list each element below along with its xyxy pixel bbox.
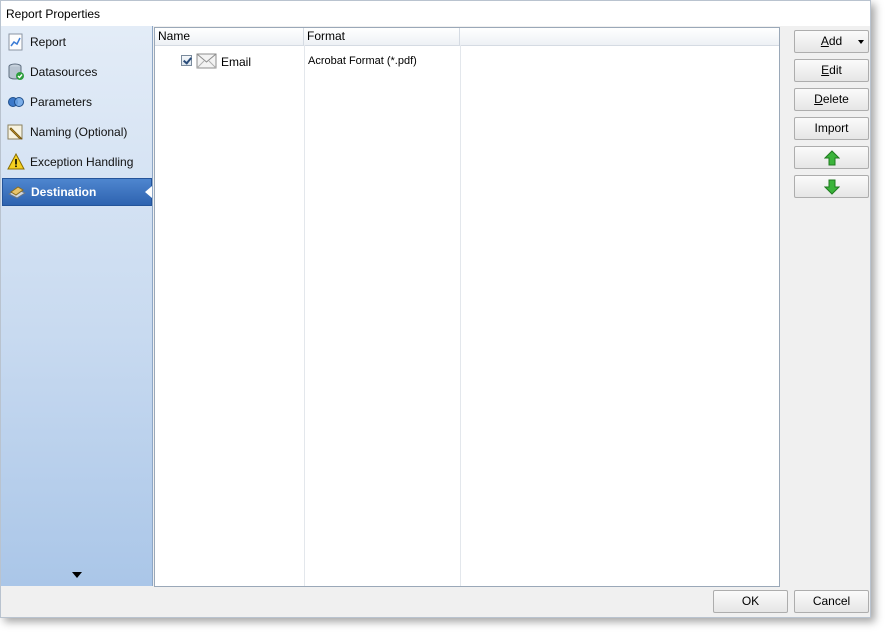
- column-header-format[interactable]: Format: [304, 28, 460, 45]
- edit-button[interactable]: Edit: [794, 59, 869, 82]
- sidebar: Report Datasources Parameters Naming (Op…: [1, 26, 153, 586]
- window-title: Report Properties: [6, 7, 101, 21]
- cancel-button[interactable]: Cancel: [794, 590, 869, 613]
- ok-button-label: K: [751, 594, 760, 608]
- ok-button[interactable]: OK: [713, 590, 788, 613]
- title-bar: Report Properties: [1, 1, 870, 26]
- destination-icon: [7, 183, 27, 201]
- add-button-accel: A: [820, 34, 829, 48]
- column-divider: [460, 45, 461, 586]
- envelope-icon: [196, 51, 217, 70]
- sidebar-item-label: Naming (Optional): [30, 125, 128, 139]
- report-chart-icon: [7, 33, 25, 51]
- database-icon: [7, 63, 25, 81]
- column-header-name[interactable]: Name: [155, 28, 304, 45]
- edit-button-label: dit: [829, 63, 842, 77]
- delete-button-accel: D: [814, 92, 823, 106]
- import-button-label: Import: [814, 121, 849, 135]
- sidebar-item-parameters[interactable]: Parameters: [2, 88, 152, 116]
- column-header-extra[interactable]: [460, 28, 780, 45]
- sidebar-item-label: Parameters: [30, 95, 93, 109]
- column-divider: [304, 45, 305, 586]
- list-header: Name Format: [155, 28, 779, 46]
- table-row[interactable]: Email Acrobat Format (*.pdf): [155, 50, 775, 72]
- move-down-button[interactable]: [794, 175, 869, 198]
- warning-icon: [7, 152, 25, 171]
- arrow-up-icon: [823, 150, 841, 166]
- move-up-button[interactable]: [794, 146, 869, 169]
- sidebar-item-exception-handling[interactable]: Exception Handling: [2, 148, 152, 176]
- pencil-icon: [7, 123, 25, 141]
- import-button[interactable]: Import: [794, 117, 869, 140]
- row-name: Email: [221, 55, 252, 69]
- ok-button-accel: O: [741, 594, 752, 608]
- report-properties-dialog: Report Properties Report Datasources Par…: [0, 0, 871, 618]
- delete-button-label: elete: [822, 92, 849, 106]
- parameters-icon: [7, 93, 25, 111]
- sidebar-item-naming[interactable]: Naming (Optional): [2, 118, 152, 146]
- sidebar-item-label: Datasources: [30, 65, 98, 79]
- row-checkbox[interactable]: [181, 55, 192, 66]
- edit-button-accel: E: [821, 63, 830, 77]
- row-format: Acrobat Format (*.pdf): [308, 55, 417, 67]
- add-button-label: dd: [828, 34, 843, 48]
- chevron-down-icon[interactable]: [72, 572, 82, 578]
- active-pointer: [145, 186, 152, 198]
- cancel-button-label: ancel: [821, 594, 851, 608]
- arrow-down-icon: [823, 179, 841, 195]
- sidebar-item-report[interactable]: Report: [2, 28, 152, 56]
- sidebar-item-destination[interactable]: Destination: [2, 178, 152, 206]
- delete-button[interactable]: Delete: [794, 88, 869, 111]
- sidebar-item-datasources[interactable]: Datasources: [2, 58, 152, 86]
- dropdown-arrow-icon: [858, 40, 864, 44]
- sidebar-item-label: Exception Handling: [30, 155, 134, 169]
- sidebar-item-label: Report: [30, 35, 67, 49]
- destination-list[interactable]: Name Format Email Acrobat Format (*.pdf): [154, 27, 780, 587]
- sidebar-item-label: Destination: [31, 185, 97, 199]
- add-button[interactable]: Add: [794, 30, 869, 53]
